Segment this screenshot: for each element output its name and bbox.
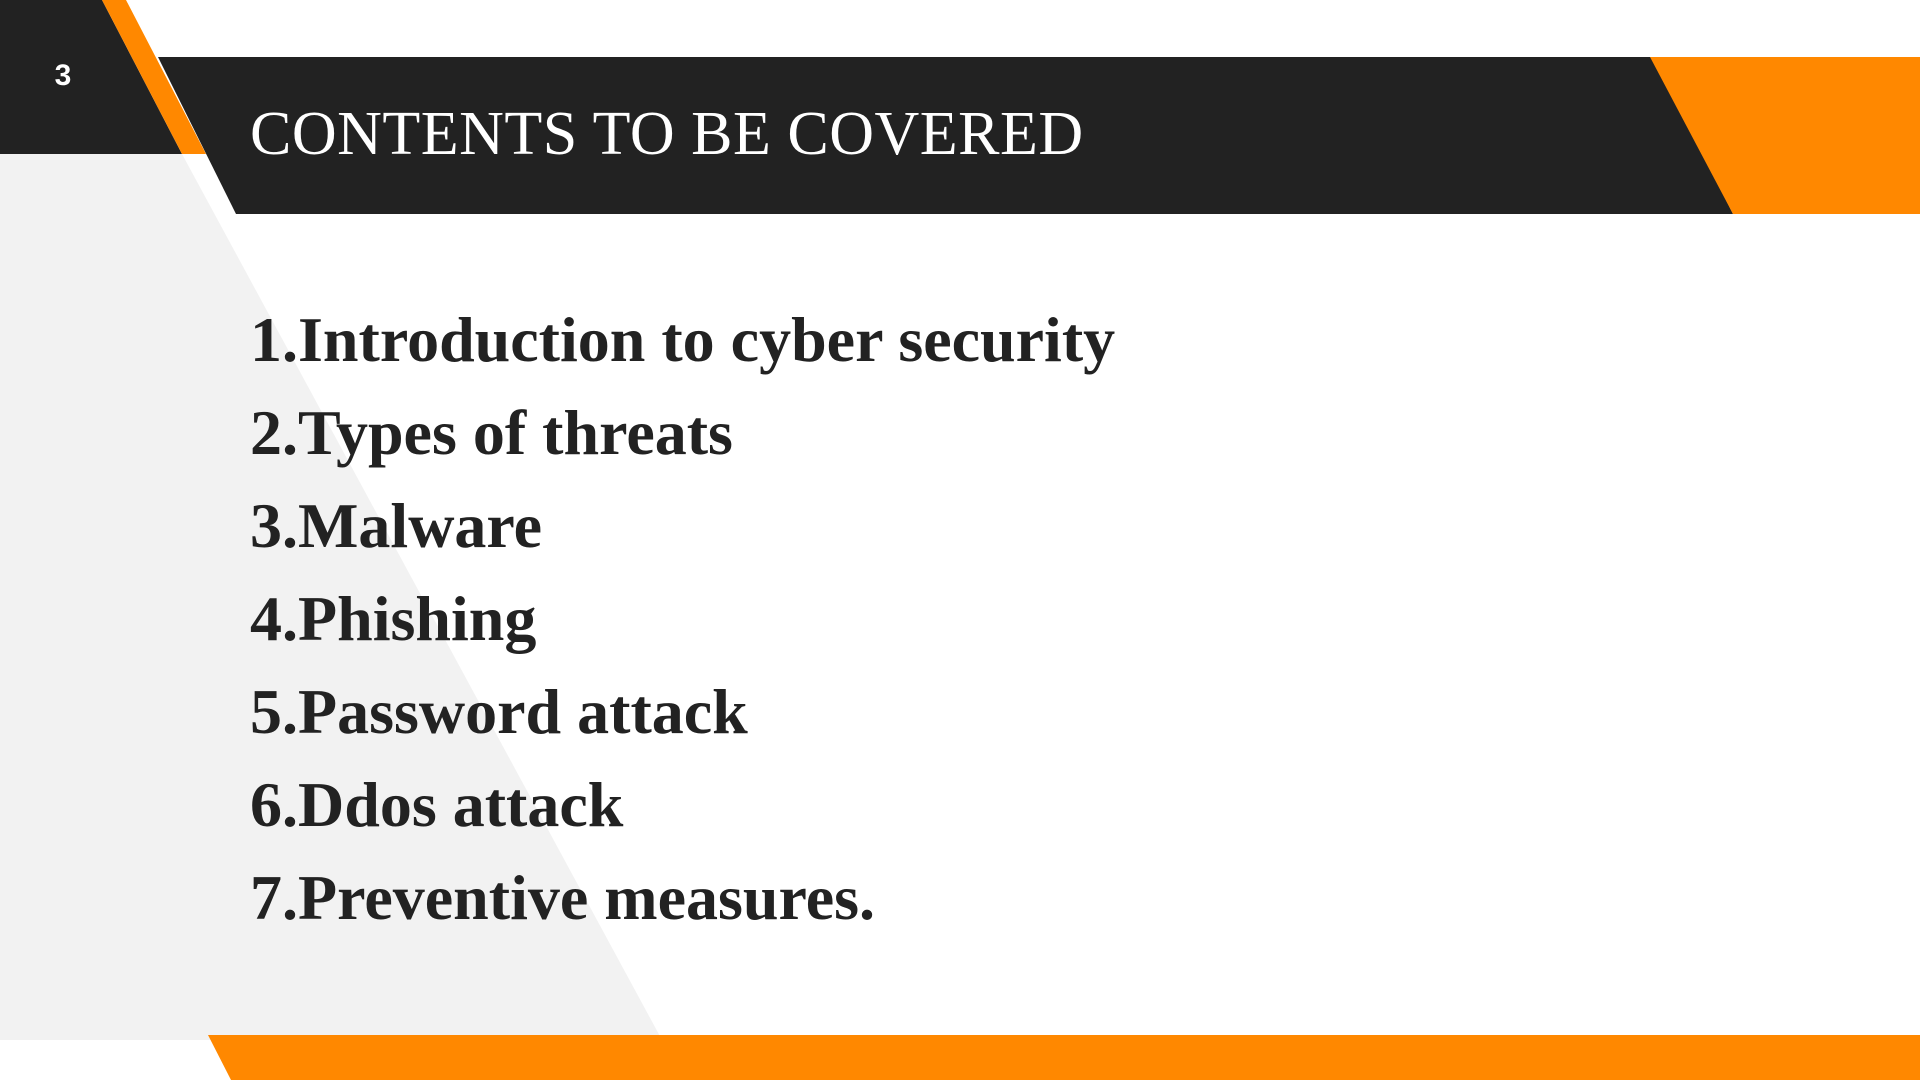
list-item: 6.Ddos attack (250, 769, 624, 840)
slide: 3 CONTENTS TO BE COVERED 1.Introduction … (0, 0, 1920, 1080)
slide-number: 3 (54, 59, 72, 92)
list-item: 2.Types of threats (250, 397, 733, 468)
list-item: 5.Password attack (250, 676, 748, 747)
slide-title: CONTENTS TO BE COVERED (250, 100, 1084, 168)
list-item: 3.Malware (250, 490, 543, 561)
list-item: 4.Phishing (250, 583, 537, 654)
list-item: 7.Preventive measures. (250, 862, 876, 933)
bottom-orange-bar (208, 1035, 1920, 1080)
list-item: 1.Introduction to cyber security (250, 304, 1116, 375)
contents-list: 1.Introduction to cyber security 2.Types… (250, 298, 1115, 949)
